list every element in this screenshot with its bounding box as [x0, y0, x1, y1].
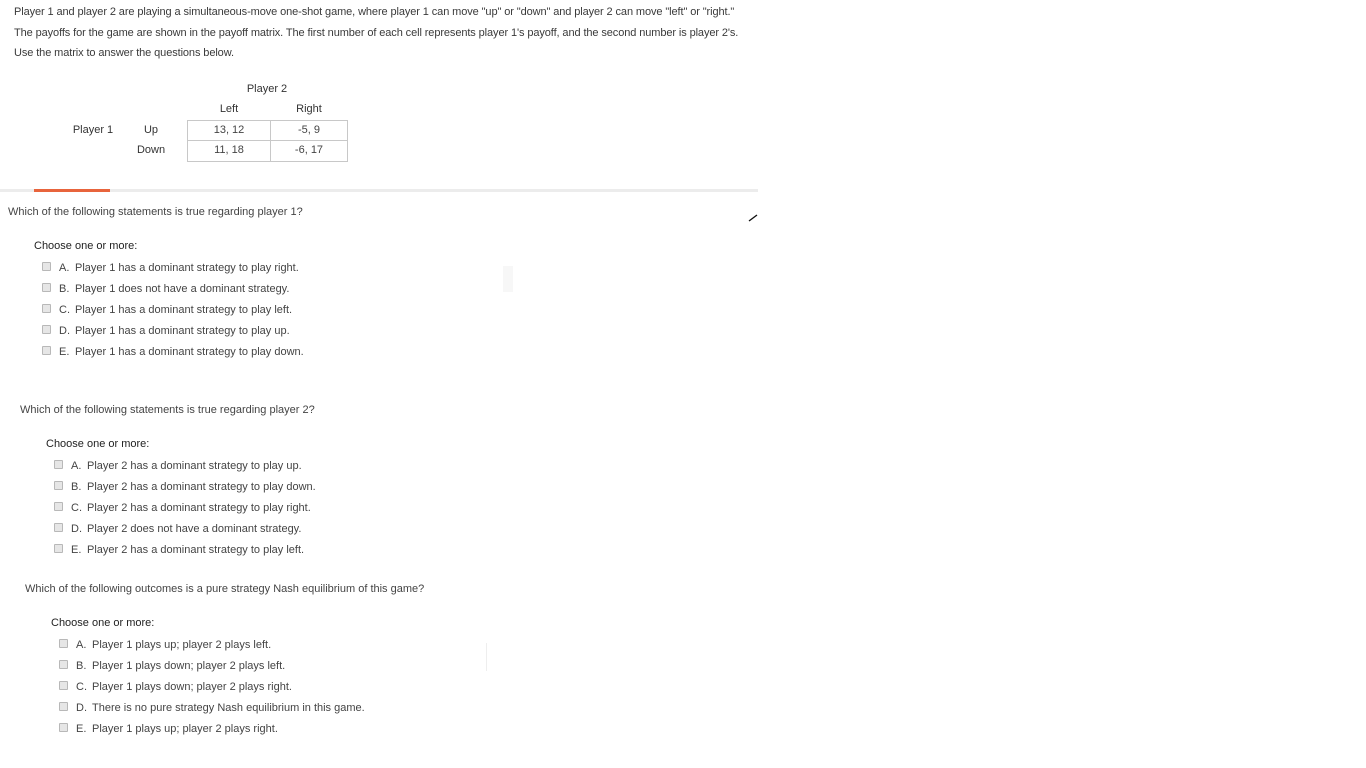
- checkbox[interactable]: [54, 481, 63, 490]
- matrix-cell-up-left: 13, 12: [187, 120, 271, 141]
- checkbox[interactable]: [42, 262, 51, 271]
- checkbox[interactable]: [42, 325, 51, 334]
- checkbox[interactable]: [59, 702, 68, 711]
- checkbox[interactable]: [59, 681, 68, 690]
- scroll-placeholder: [503, 266, 513, 292]
- checkbox[interactable]: [59, 660, 68, 669]
- question-2-title: Which of the following statements is tru…: [20, 404, 315, 416]
- column-player-label: Player 2: [246, 83, 288, 95]
- checkbox[interactable]: [42, 346, 51, 355]
- row-header-up: Up: [143, 124, 159, 136]
- question-3-instruction: Choose one or more:: [51, 617, 155, 629]
- matrix-cell-up-right: -5, 9: [270, 120, 348, 141]
- question-2-instruction: Choose one or more:: [46, 438, 150, 450]
- checkbox[interactable]: [54, 544, 63, 553]
- question-1-instruction: Choose one or more:: [34, 240, 138, 252]
- column-header-right: Right: [296, 103, 322, 115]
- checkbox[interactable]: [59, 723, 68, 732]
- matrix-cell-down-left: 11, 18: [187, 140, 271, 162]
- question-3-title: Which of the following outcomes is a pur…: [25, 583, 425, 595]
- checkbox[interactable]: [42, 283, 51, 292]
- intro-paragraph: Player 1 and player 2 are playing a simu…: [14, 6, 739, 59]
- checkbox[interactable]: [54, 523, 63, 532]
- row-header-down: Down: [136, 144, 166, 156]
- checkbox[interactable]: [59, 639, 68, 648]
- question-1-title: Which of the following statements is tru…: [8, 206, 303, 218]
- resize-handle: [486, 643, 487, 671]
- active-tab-indicator: [34, 189, 110, 192]
- section-divider: [0, 189, 758, 192]
- checkbox[interactable]: [42, 304, 51, 313]
- column-header-left: Left: [219, 103, 239, 115]
- row-player-label: Player 1: [72, 124, 114, 136]
- pencil-icon[interactable]: [748, 212, 758, 222]
- checkbox[interactable]: [54, 502, 63, 511]
- matrix-cell-down-right: -6, 17: [270, 140, 348, 162]
- checkbox[interactable]: [54, 460, 63, 469]
